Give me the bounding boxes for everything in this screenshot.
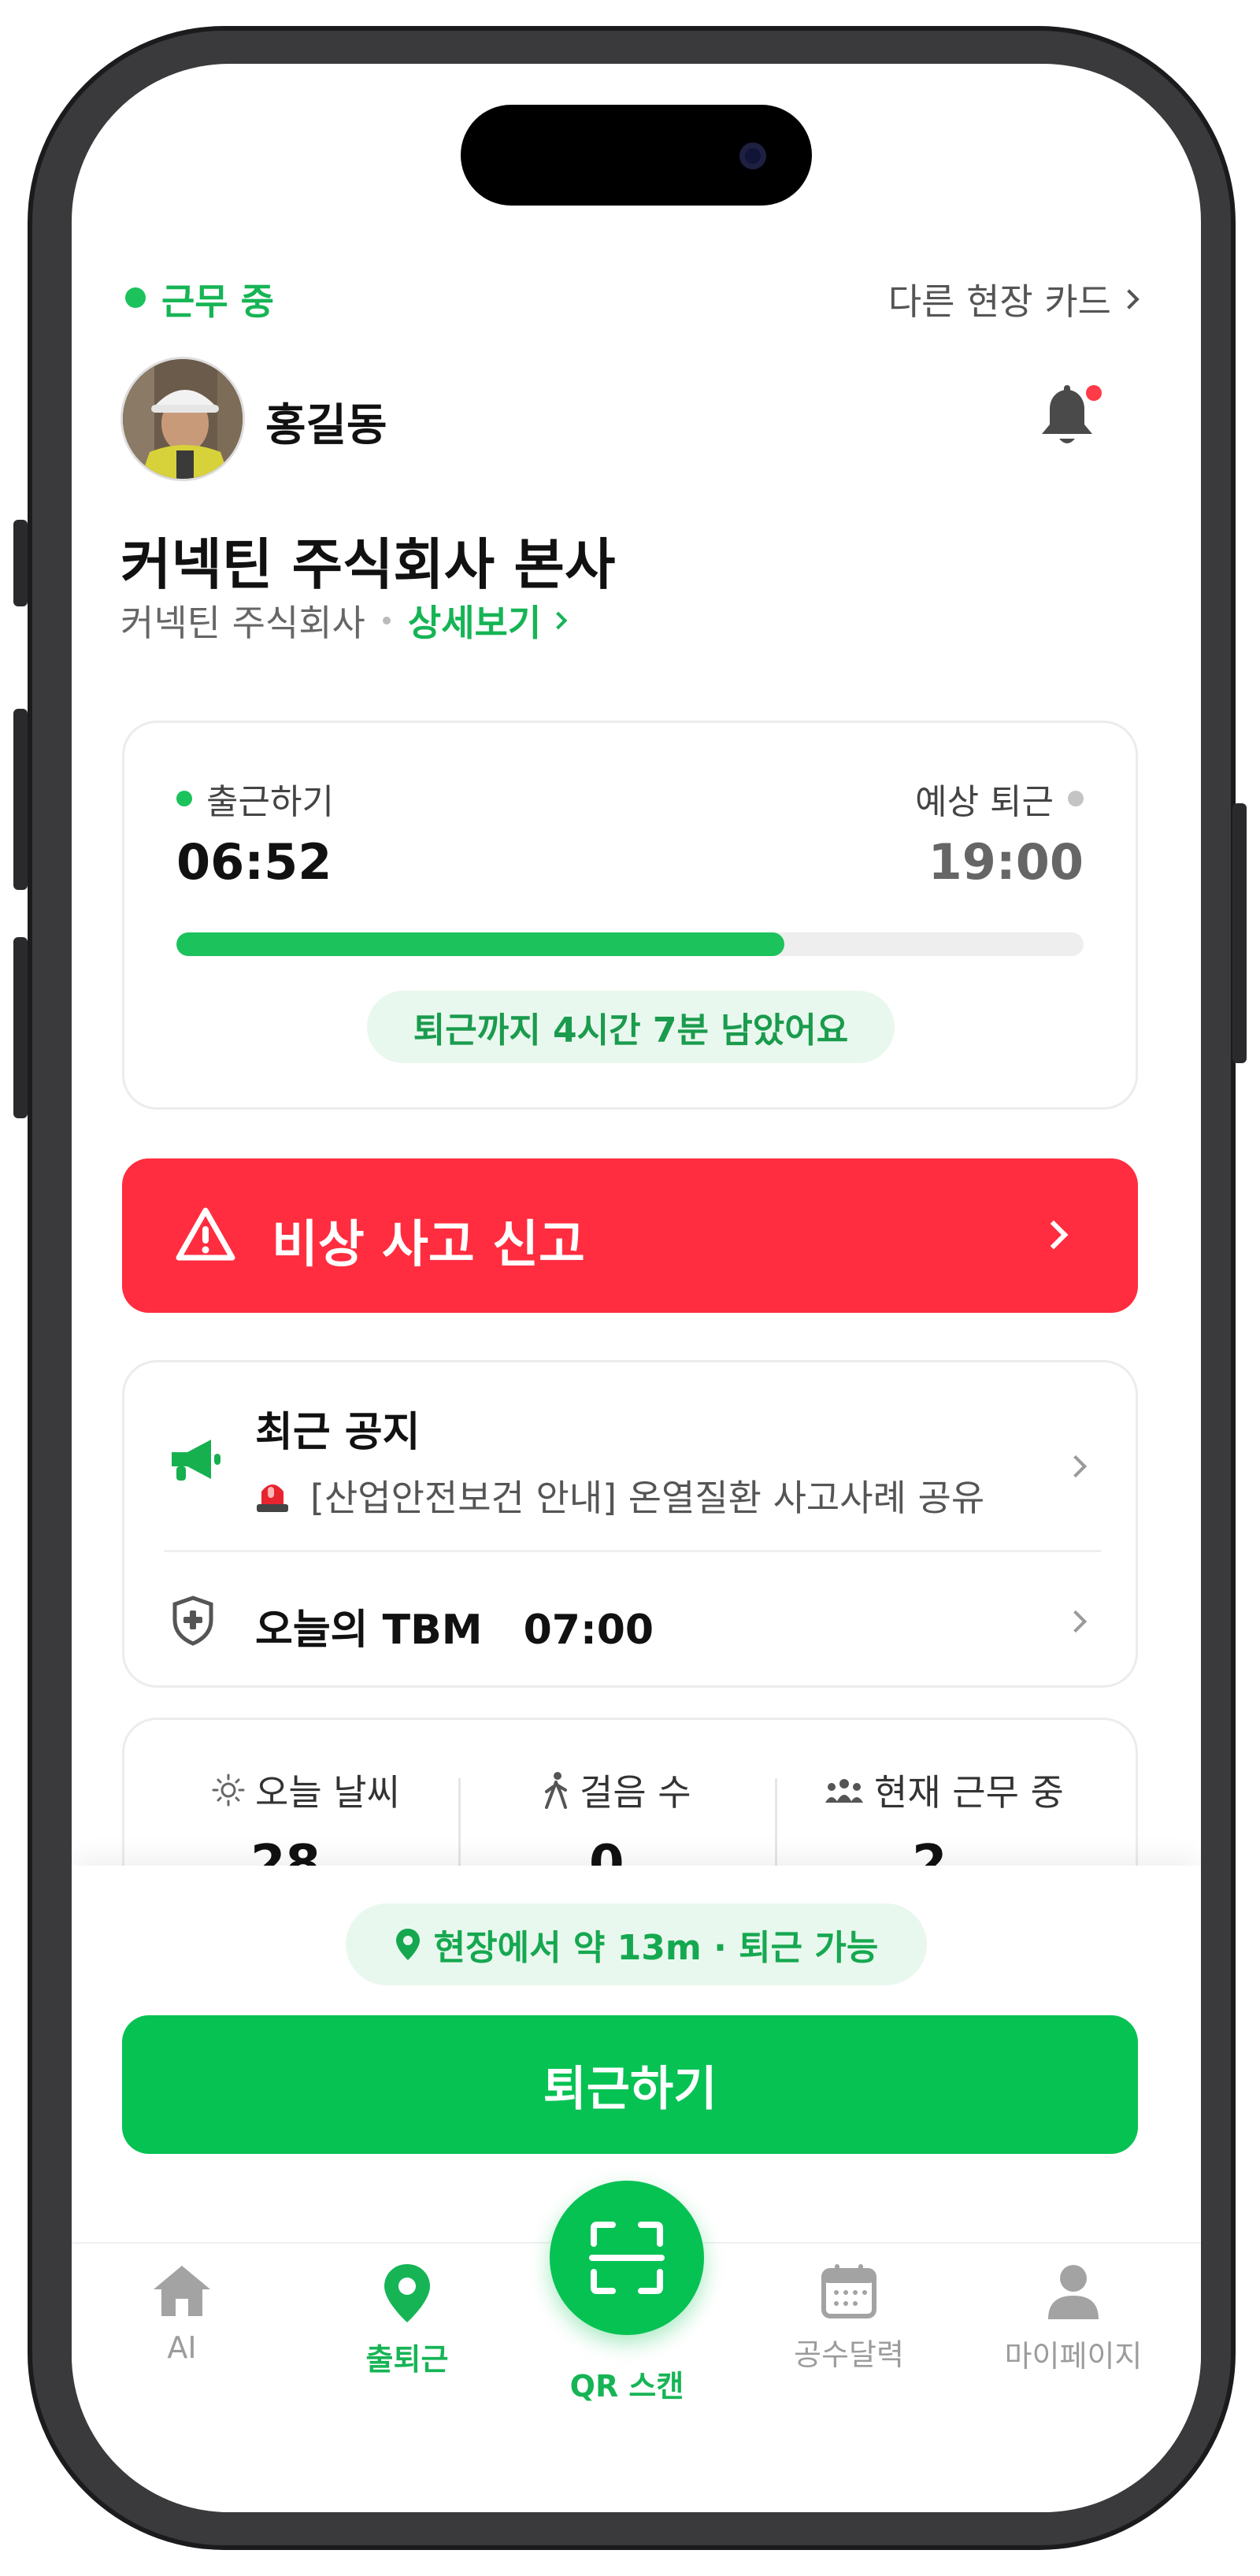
location-status-text: 현장에서 약 13m · 퇴근 가능: [433, 1928, 879, 1968]
tab-qr-scan-label: QR 스캔: [569, 2369, 684, 2404]
notice-card: 최근 공지 [산업안전보건 안내] 온열질환 사고사례 공유 오늘의 TBM 0…: [122, 1360, 1138, 1688]
tab-ai[interactable]: AI: [80, 2263, 284, 2365]
workers-stat-label: 현재 근무 중: [824, 1764, 1064, 1816]
site-detail-label: 상세보기: [407, 602, 542, 644]
dynamic-island: [461, 105, 812, 206]
tbm-time: 07:00: [523, 1607, 654, 1654]
chevron-right-icon: [549, 611, 568, 630]
weather-stat-label: 오늘 날씨: [211, 1764, 400, 1816]
user-name: 홍길동: [265, 400, 387, 451]
steps-label: 걸음 수: [580, 1771, 691, 1814]
walking-icon: [545, 1772, 567, 1809]
stats-divider: [775, 1778, 777, 1873]
site-title: 커넥틴 주식회사 본사: [120, 532, 616, 597]
work-progress-bar: [176, 932, 1084, 956]
sun-icon: [212, 1774, 245, 1807]
expected-out-time: 19:00: [928, 833, 1084, 891]
tbm-label: 오늘의 TBM: [255, 1607, 483, 1654]
tbm-row-content: 오늘의 TBM 07:00: [255, 1596, 654, 1655]
volume-up-button: [13, 709, 28, 890]
tab-my-page[interactable]: 마이페이지: [971, 2263, 1176, 2375]
other-site-card-link[interactable]: 다른 현장 카드: [888, 273, 1140, 325]
front-camera: [739, 143, 766, 169]
avatar[interactable]: [120, 357, 245, 481]
site-detail-link[interactable]: 상세보기: [407, 595, 568, 647]
steps-stat-label: 걸음 수: [542, 1764, 691, 1816]
workers-label: 현재 근무 중: [874, 1771, 1064, 1814]
emergency-report-button[interactable]: 비상 사고 신고: [122, 1158, 1138, 1313]
tab-work-calendar[interactable]: 공수달력: [747, 2263, 951, 2374]
recent-notice-row[interactable]: 최근 공지 [산업안전보건 안내] 온열질환 사고사례 공유: [124, 1362, 1140, 1550]
expected-out-dot: [1068, 791, 1084, 806]
latest-notice-text: [산업안전보건 안내] 온열질환 사고사례 공유: [310, 1477, 985, 1519]
tab-work-calendar-label: 공수달력: [794, 2337, 904, 2372]
worker-photo-icon: [123, 359, 243, 479]
separator-dot: [382, 617, 391, 625]
check-in-label: 출근하기: [206, 782, 334, 822]
chevron-right-icon: [1064, 1610, 1088, 1633]
volume-down-button: [13, 937, 28, 1118]
recent-notice-title: 최근 공지: [255, 1409, 421, 1456]
company-name: 커넥틴 주식회사: [120, 602, 365, 644]
person-icon: [1048, 2265, 1099, 2319]
check-out-button[interactable]: 퇴근하기: [122, 2015, 1138, 2154]
work-progress-fill: [176, 932, 784, 956]
megaphone-icon: [172, 1440, 220, 1481]
check-in-dot: [176, 791, 192, 806]
bottom-tab-bar: AI 출퇴근 QR 스캔 공수달력 마이페이지: [72, 2181, 1201, 2512]
tab-ai-label: AI: [167, 2330, 197, 2365]
tab-attendance[interactable]: 출퇴근: [305, 2263, 510, 2378]
tab-attendance-label: 출퇴근: [365, 2342, 449, 2377]
notification-button[interactable]: [1036, 385, 1106, 456]
chevron-right-icon: [1064, 1455, 1088, 1478]
emergency-report-label: 비상 사고 신고: [272, 1216, 585, 1274]
working-status-dot: [125, 287, 146, 308]
stats-divider: [458, 1778, 461, 1873]
company-row: 커넥틴 주식회사 상세보기: [120, 595, 568, 647]
today-tbm-row[interactable]: 오늘의 TBM 07:00: [124, 1552, 1140, 1690]
power-button: [1232, 803, 1247, 1063]
qr-scan-button[interactable]: [550, 2181, 704, 2335]
check-in-label-row: 출근하기: [176, 773, 334, 824]
expected-out-label: 예상 퇴근: [915, 782, 1054, 822]
tab-my-page-label: 마이페이지: [1004, 2339, 1143, 2374]
tab-qr-scan[interactable]: QR 스캔: [524, 2362, 729, 2405]
weather-label: 오늘 날씨: [255, 1771, 400, 1814]
working-status-label: 근무 중: [161, 280, 274, 323]
location-status-pill: 현장에서 약 13m · 퇴근 가능: [346, 1903, 927, 1985]
people-icon: [825, 1779, 863, 1803]
notification-badge: [1086, 385, 1102, 401]
chevron-right-icon: [1119, 289, 1140, 309]
check-in-time: 06:52: [176, 833, 332, 891]
calendar-icon: [821, 2264, 876, 2318]
other-site-card-label: 다른 현장 카드: [888, 280, 1111, 323]
expected-out-label-row: 예상 퇴근: [915, 773, 1084, 824]
mute-switch: [13, 520, 28, 606]
location-pin-icon: [384, 2264, 430, 2322]
shield-plus-icon: [172, 1596, 213, 1646]
work-time-card: 출근하기 06:52 예상 퇴근 19:00 퇴근까지 4시간 7분 남았어요: [122, 721, 1138, 1110]
siren-icon: [257, 1484, 288, 1512]
qr-scan-icon: [589, 2222, 665, 2294]
remaining-time-pill: 퇴근까지 4시간 7분 남았어요: [367, 991, 895, 1063]
app-screen: 근무 중 다른 현장 카드 홍길동 커넥틴 주식회사 본사 커넥틴 주식회사 상…: [72, 64, 1201, 2512]
home-icon: [154, 2266, 210, 2316]
location-pin-icon: [395, 1929, 420, 1960]
warning-icon: [176, 1207, 235, 1261]
chevron-right-icon: [1039, 1220, 1069, 1250]
